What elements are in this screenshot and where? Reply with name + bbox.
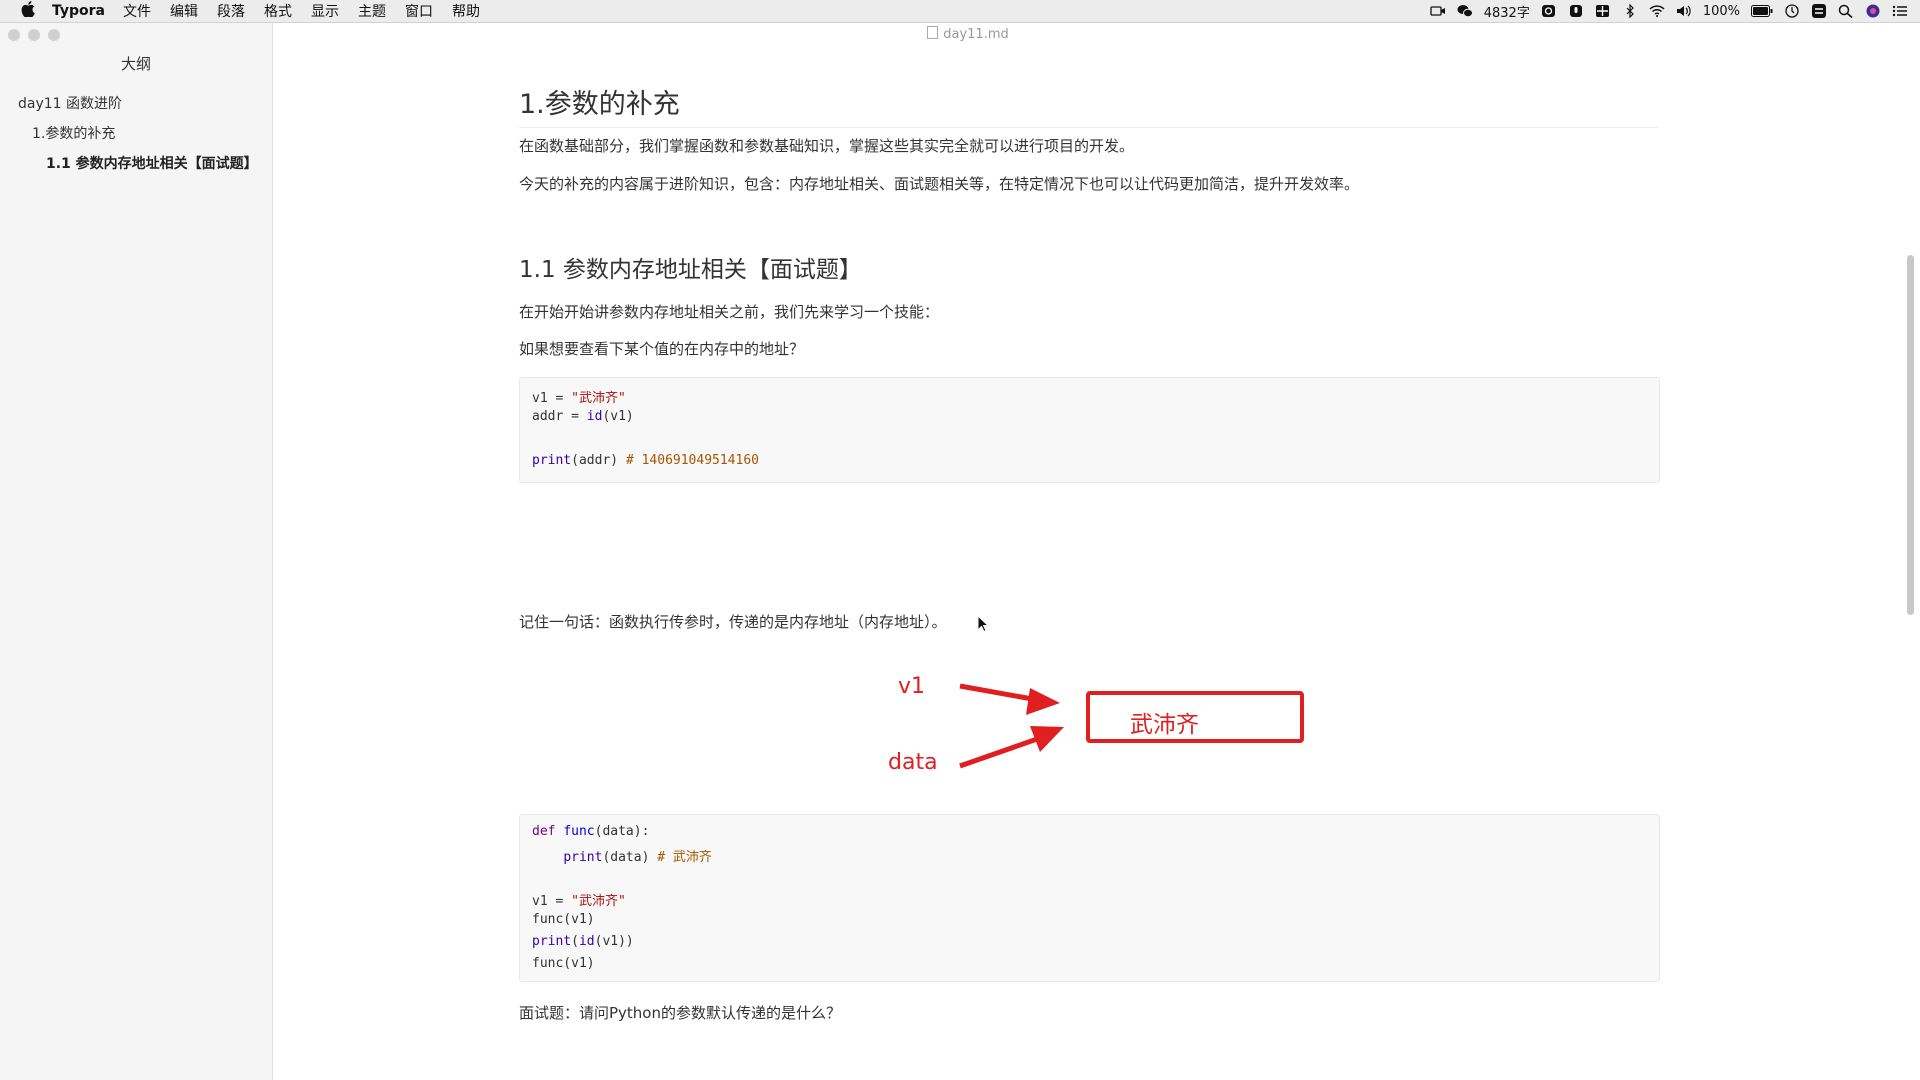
grid-app-icon[interactable] xyxy=(1595,4,1611,18)
editor-scrollbar[interactable] xyxy=(1907,255,1914,615)
code-line: v1 = "武沛齐" xyxy=(532,894,626,909)
microphone-icon[interactable] xyxy=(1568,4,1584,18)
status-area: 4832字 100% xyxy=(1419,0,1908,22)
menu-paragraph[interactable]: 段落 xyxy=(217,1,245,21)
document-icon xyxy=(927,26,939,39)
code-line: print(data) # 武沛齐 xyxy=(563,850,712,865)
battery-percent[interactable]: 100% xyxy=(1703,4,1740,19)
outline-item-param-memory[interactable]: 1.1 参数内存地址相关【面试题】 xyxy=(46,153,258,173)
sync-app-icon[interactable] xyxy=(1811,4,1827,18)
heading-param-supplement: 1.参数的补充 xyxy=(519,82,1658,128)
code-line: print(id(v1)) xyxy=(532,934,634,949)
menu-format[interactable]: 格式 xyxy=(264,1,292,21)
outline-title: 大纲 xyxy=(120,55,151,73)
paragraph-intro-2: 今天的补充的内容属于进阶知识，包含：内存地址相关、面试题相关等，在特定情况下也可… xyxy=(519,175,1360,193)
menu-edit[interactable]: 编辑 xyxy=(170,1,198,21)
outline-item-day11[interactable]: day11 函数进阶 xyxy=(18,93,122,113)
code-line: func(v1) xyxy=(532,956,595,971)
code-line: v1 = "武沛齐" xyxy=(532,391,626,406)
wechat-icon[interactable] xyxy=(1457,4,1473,18)
paragraph-intro-1: 在函数基础部分，我们掌握函数和参数基础知识，掌握这些其实完全就可以进行项目的开发… xyxy=(519,137,1135,155)
diagram-label-v1: v1 xyxy=(898,674,926,699)
paragraph-interview-question: 面试题：请问Python的参数默认传递的是什么？ xyxy=(519,1004,841,1022)
menu-window[interactable]: 窗口 xyxy=(405,1,433,21)
code-block-func[interactable]: def func(data): print(data) # 武沛齐 v1 = "… xyxy=(519,814,1660,982)
close-window-button[interactable] xyxy=(8,29,20,41)
battery-icon[interactable] xyxy=(1751,5,1773,17)
siri-icon[interactable] xyxy=(1865,4,1881,18)
word-count[interactable]: 4832字 xyxy=(1484,2,1530,21)
screen-record-icon[interactable] xyxy=(1430,4,1446,18)
arrow-v1 xyxy=(959,683,1060,715)
arrow-data xyxy=(959,726,1064,769)
diagram-value-text: 武沛齐 xyxy=(1130,712,1199,738)
wifi-icon[interactable] xyxy=(1649,4,1665,18)
zoom-window-button[interactable] xyxy=(48,29,60,41)
app-name-menu[interactable]: Typora xyxy=(52,3,105,19)
code-line: print(addr) # 140691049514160 xyxy=(532,453,759,468)
minimize-window-button[interactable] xyxy=(28,29,40,41)
diagram-label-data: data xyxy=(888,750,938,775)
paragraph-remember: 记住一句话：函数执行传参时，传递的是内存地址（内存地址）。 xyxy=(519,613,947,631)
outline-item-param-supplement[interactable]: 1.参数的补充 xyxy=(32,123,115,143)
apple-menu-icon[interactable] xyxy=(18,1,38,21)
document-title: day11.md xyxy=(272,26,1664,42)
clock-icon[interactable] xyxy=(1784,4,1800,18)
search-icon[interactable] xyxy=(1838,4,1854,18)
notification-center-icon[interactable] xyxy=(1892,4,1908,18)
code-block-id[interactable]: v1 = "武沛齐" addr = id(v1) print(addr) # 1… xyxy=(519,377,1660,483)
mouse-cursor-icon xyxy=(977,615,989,633)
input-method-icon[interactable] xyxy=(1541,4,1557,18)
volume-icon[interactable] xyxy=(1676,4,1692,18)
menu-file[interactable]: 文件 xyxy=(123,1,151,21)
menu-view[interactable]: 显示 xyxy=(311,1,339,21)
menu-theme[interactable]: 主题 xyxy=(358,1,386,21)
paragraph-question: 如果想要查看下某个值的在内存中的地址？ xyxy=(519,340,805,358)
code-line: func(v1) xyxy=(532,912,595,927)
menu-bar: Typora 文件 编辑 段落 格式 显示 主题 窗口 帮助 4832字 100… xyxy=(0,0,1920,23)
diagram-value-box: 武沛齐 xyxy=(1086,691,1304,743)
filename-label: day11.md xyxy=(943,27,1009,42)
bluetooth-icon[interactable] xyxy=(1622,4,1638,18)
heading-param-memory: 1.1 参数内存地址相关【面试题】 xyxy=(519,257,862,283)
code-line: addr = id(v1) xyxy=(532,409,634,424)
paragraph-skill-intro: 在开始开始讲参数内存地址相关之前，我们先来学习一个技能： xyxy=(519,303,940,321)
outline-sidebar: 大纲 day11 函数进阶 1.参数的补充 1.1 参数内存地址相关【面试题】 xyxy=(0,23,273,1080)
menu-help[interactable]: 帮助 xyxy=(452,1,480,21)
code-line: def func(data): xyxy=(532,824,650,839)
